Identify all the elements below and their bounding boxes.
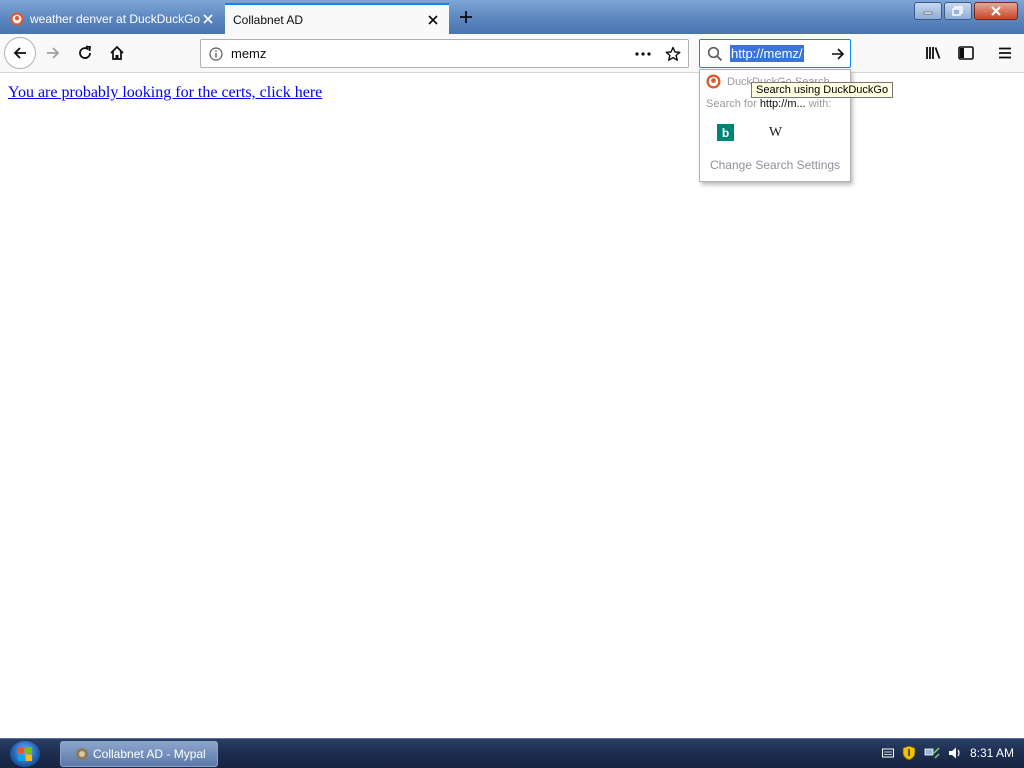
minimize-icon: [923, 11, 933, 15]
taskbar-item-mypal[interactable]: Collabnet AD - Mypal: [60, 741, 218, 767]
shield-icon[interactable]: [902, 745, 916, 761]
one-off-engines: b W: [717, 124, 784, 141]
url-bar[interactable]: memz: [200, 39, 689, 68]
search-for-term: http://m...: [759, 98, 806, 110]
tab-label: weather denver at DuckDuckGo: [30, 11, 200, 26]
forward-button[interactable]: [38, 38, 68, 68]
certs-link[interactable]: You are probably looking for the certs, …: [8, 84, 322, 102]
tab-close-icon[interactable]: [200, 11, 216, 27]
search-go-arrow-icon[interactable]: [830, 46, 846, 65]
home-button[interactable]: [102, 38, 132, 68]
start-button[interactable]: [10, 741, 40, 767]
url-text[interactable]: memz: [231, 46, 628, 61]
change-search-settings-button[interactable]: Change Search Settings: [700, 158, 850, 172]
plus-icon: [460, 11, 472, 23]
window-controls: [914, 2, 1018, 20]
minimize-button[interactable]: [914, 2, 942, 20]
windows-logo-icon: [18, 747, 32, 761]
duckduckgo-icon: [10, 11, 24, 26]
tooltip: Search using DuckDuckGo: [751, 82, 894, 98]
tab-label: Collabnet AD: [233, 12, 304, 27]
hamburger-menu-icon: [999, 47, 1011, 59]
search-icon[interactable]: [700, 46, 730, 62]
search-for-prefix: Search for: [706, 98, 757, 110]
reload-button[interactable]: [70, 38, 100, 68]
mypal-app-icon: [76, 748, 88, 760]
reload-icon: [79, 45, 92, 59]
wikipedia-icon[interactable]: W: [767, 124, 784, 141]
close-icon: [991, 6, 1001, 16]
taskbar: Collabnet AD - Mypal 8:31 AM: [0, 738, 1024, 768]
bing-icon[interactable]: b: [717, 124, 734, 141]
search-input[interactable]: http://memz/: [730, 45, 804, 62]
sidebar-icon: [958, 46, 974, 60]
network-icon[interactable]: [924, 746, 940, 760]
close-window-button[interactable]: [974, 2, 1018, 20]
navigation-toolbar: memz http://memz/: [0, 34, 1024, 73]
bookmark-star-icon[interactable]: [658, 46, 688, 62]
tab-weather-denver[interactable]: weather denver at DuckDuckGo: [2, 3, 224, 34]
search-for-line: Search for http://m... with:: [706, 98, 831, 110]
sidebar-toggle-button[interactable]: [951, 38, 981, 68]
duckduckgo-icon: [706, 74, 721, 89]
page-content: You are probably looking for the certs, …: [0, 74, 1024, 738]
back-button[interactable]: [4, 37, 36, 69]
restore-icon: [952, 6, 963, 16]
restore-button[interactable]: [944, 2, 972, 20]
new-tab-button[interactable]: [454, 6, 478, 28]
system-tray: 8:31 AM: [881, 745, 1014, 761]
menu-button[interactable]: [990, 38, 1020, 68]
tab-close-icon[interactable]: [425, 12, 441, 28]
page-actions-icon[interactable]: [628, 51, 658, 56]
search-bar[interactable]: http://memz/: [699, 39, 851, 68]
clock[interactable]: 8:31 AM: [970, 746, 1014, 760]
info-icon[interactable]: [201, 46, 231, 61]
forward-arrow-icon: [47, 47, 60, 59]
keyboard-icon[interactable]: [881, 748, 894, 758]
search-for-suffix: with:: [808, 98, 832, 110]
library-icon: [926, 47, 941, 59]
library-button[interactable]: [919, 38, 949, 68]
taskbar-item-label: Collabnet AD - Mypal: [93, 747, 206, 761]
tab-strip: weather denver at DuckDuckGo Collabnet A…: [0, 0, 1024, 34]
home-icon: [110, 45, 124, 60]
back-arrow-icon: [13, 47, 26, 59]
volume-icon[interactable]: [948, 746, 962, 760]
tab-collabnet-ad[interactable]: Collabnet AD: [225, 3, 449, 34]
